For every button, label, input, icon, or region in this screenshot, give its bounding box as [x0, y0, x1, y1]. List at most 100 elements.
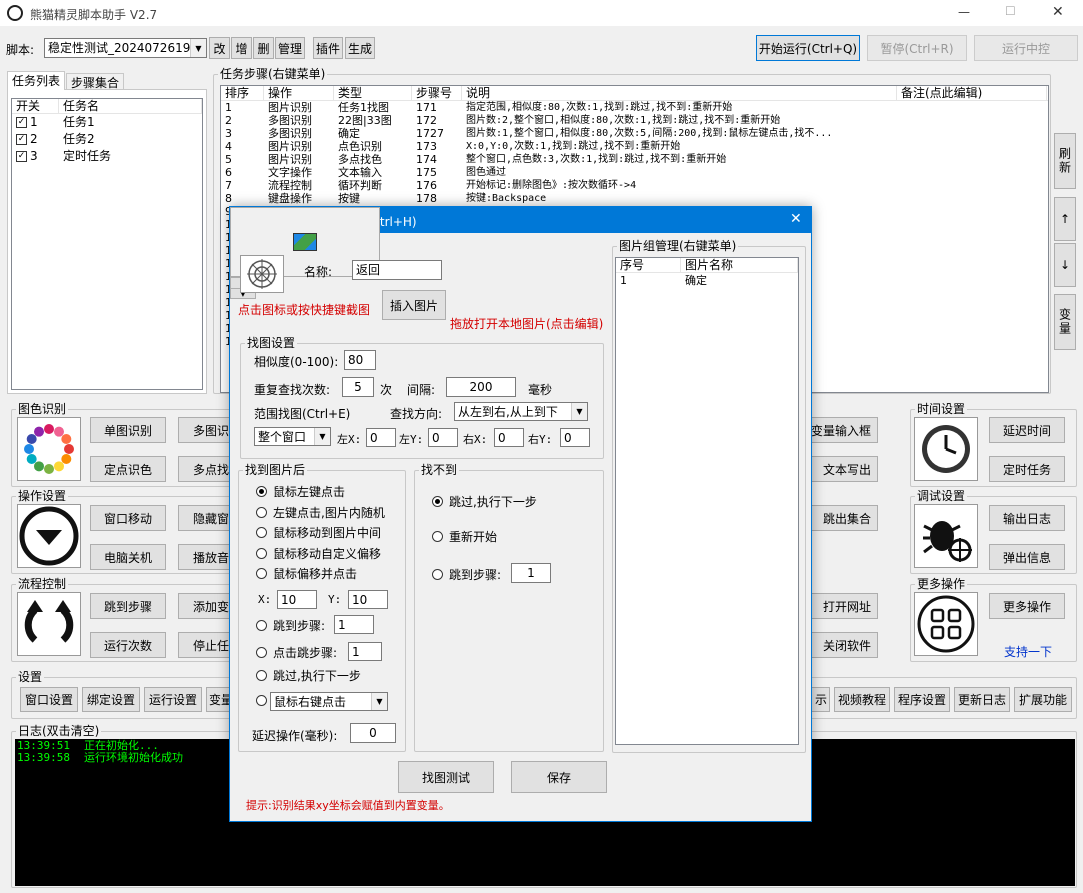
- notfound-restart-option[interactable]: 重新开始: [432, 528, 497, 545]
- scheduled-task-button[interactable]: 定时任务: [989, 456, 1065, 482]
- checkbox-checked-icon[interactable]: ✓: [16, 117, 27, 128]
- close-icon[interactable]: ✕: [1052, 4, 1064, 20]
- y-input[interactable]: 10: [348, 590, 388, 609]
- window-select[interactable]: 整个窗口 ▼: [254, 427, 331, 446]
- radio-icon[interactable]: [256, 506, 267, 518]
- notfound-jump-input[interactable]: 1: [511, 563, 551, 583]
- generate-button[interactable]: 生成: [345, 37, 375, 59]
- step-row[interactable]: 6 文字操作 文本输入 175 图色通过: [221, 166, 1048, 179]
- task-row[interactable]: ✓ 1 任务1: [12, 114, 202, 131]
- video-tutorial-button[interactable]: 视频教程: [834, 687, 890, 712]
- crosshair-capture-icon[interactable]: [240, 255, 284, 293]
- radio-selected-icon[interactable]: [432, 496, 443, 507]
- group-row[interactable]: 1 确定: [616, 273, 798, 288]
- image-group-list[interactable]: 序号 图片名称 1 确定: [615, 257, 799, 745]
- program-settings-button[interactable]: 程序设置: [894, 687, 950, 712]
- found-option[interactable]: 左键点击,图片内随机: [256, 504, 385, 521]
- multi-image-recog-button[interactable]: 多图识: [178, 417, 232, 443]
- step-row[interactable]: 1 图片识别 任务1找图 171 指定范围,相似度:80,次数:1,找到:跳过,找不到:…: [221, 101, 1048, 114]
- save-button[interactable]: 保存: [511, 761, 607, 793]
- jump-step-button[interactable]: 跳到步骤: [90, 593, 166, 619]
- hide-window-button[interactable]: 隐藏窗: [178, 505, 232, 531]
- steps-col-header[interactable]: 步骤号: [412, 86, 462, 100]
- radio-icon[interactable]: [432, 531, 443, 542]
- run-count-button[interactable]: 运行次数: [90, 632, 166, 658]
- stop-task-button[interactable]: 停止任: [178, 632, 232, 658]
- insert-image-button[interactable]: 插入图片: [382, 290, 446, 320]
- steps-col-header[interactable]: 说明: [462, 86, 897, 100]
- coord-input[interactable]: 0: [428, 428, 458, 447]
- task-row[interactable]: ✓ 3 定时任务: [12, 148, 202, 165]
- task-row[interactable]: ✓ 2 任务2: [12, 131, 202, 148]
- step-row[interactable]: 7 流程控制 循环判断 176 开始标记:删除图色》:按次数循环->4: [221, 179, 1048, 192]
- extensions-button[interactable]: 扩展功能: [1014, 687, 1072, 712]
- coord-input[interactable]: 0: [494, 428, 524, 447]
- point-color-button[interactable]: 定点识色: [90, 456, 166, 482]
- single-image-recog-button[interactable]: 单图识别: [90, 417, 166, 443]
- maximize-icon[interactable]: ☐: [1005, 4, 1016, 18]
- bind-settings-button[interactable]: 绑定设置: [82, 687, 140, 712]
- script-select[interactable]: 稳定性测试_2024072619191 ▼: [44, 38, 207, 58]
- steps-col-header[interactable]: 备注(点此编辑): [897, 86, 1047, 100]
- notfound-jump-option[interactable]: 跳到步骤:: [432, 566, 501, 583]
- step-row[interactable]: 4 图片识别 点色识别 173 X:0,Y:0,次数:1,找到:跳过,找不到:重新开始: [221, 140, 1048, 153]
- similarity-input[interactable]: 80: [344, 350, 376, 370]
- more-operations-button[interactable]: 更多操作: [989, 593, 1065, 619]
- multi-point-color-button[interactable]: 多点找: [178, 456, 232, 482]
- find-test-button[interactable]: 找图测试: [398, 761, 494, 793]
- repeat-input[interactable]: 5: [342, 377, 374, 397]
- coord-input[interactable]: 0: [366, 428, 396, 447]
- delete-script-button[interactable]: 删: [253, 37, 274, 59]
- click-jump-input[interactable]: 1: [348, 642, 382, 661]
- found-skip-option[interactable]: 跳过,执行下一步: [256, 667, 361, 684]
- move-up-button[interactable]: ↑: [1054, 197, 1076, 241]
- tab-task-list[interactable]: 任务列表: [7, 71, 66, 90]
- step-row[interactable]: 8 键盘操作 按键 178 按键:Backspace: [221, 192, 1048, 205]
- start-button[interactable]: 开始运行(Ctrl+Q): [756, 35, 860, 61]
- radio-icon[interactable]: [256, 568, 267, 579]
- move-down-button[interactable]: ↓: [1054, 243, 1076, 287]
- shutdown-button[interactable]: 电脑关机: [90, 544, 166, 570]
- checkbox-checked-icon[interactable]: ✓: [16, 151, 27, 162]
- output-log-button[interactable]: 输出日志: [989, 505, 1065, 531]
- step-row[interactable]: 5 图片识别 多点找色 174 整个窗口,点色数:3,次数:1,找到:跳过,找不到:重新…: [221, 153, 1048, 166]
- found-jump-input[interactable]: 1: [334, 615, 374, 634]
- popup-info-button[interactable]: 弹出信息: [989, 544, 1065, 570]
- pause-button[interactable]: 暂停(Ctrl+R): [867, 35, 967, 61]
- delay-time-button[interactable]: 延迟时间: [989, 417, 1065, 443]
- found-option[interactable]: 鼠标偏移并点击: [256, 565, 357, 582]
- radio-icon[interactable]: [256, 647, 267, 658]
- support-link[interactable]: 支持一下: [1004, 643, 1052, 660]
- close-software-button[interactable]: 关闭软件: [810, 632, 878, 658]
- radio-icon[interactable]: [256, 527, 267, 538]
- exit-collection-button[interactable]: 跳出集合: [810, 505, 878, 531]
- play-sound-button[interactable]: 播放音: [178, 544, 232, 570]
- variables-button[interactable]: 变量: [1054, 294, 1076, 350]
- steps-col-header[interactable]: 类型: [334, 86, 412, 100]
- col-index[interactable]: 序号: [616, 258, 681, 272]
- coord-input[interactable]: 0: [560, 428, 590, 447]
- click-jump-option[interactable]: 点击跳步骤:: [256, 644, 337, 661]
- open-url-button[interactable]: 打开网址: [810, 593, 878, 619]
- steps-col-header[interactable]: 排序: [221, 86, 264, 100]
- interval-input[interactable]: 200: [446, 377, 516, 397]
- mouse-action-select[interactable]: 鼠标右键点击 ▼: [270, 692, 388, 711]
- radio-icon[interactable]: [256, 547, 267, 559]
- update-log-button[interactable]: 更新日志: [954, 687, 1010, 712]
- task-list[interactable]: 开关 任务名 ✓ 1 任务1 ✓ 2 任务2 ✓ 3 定时任务: [11, 98, 203, 390]
- variable-input-button[interactable]: 变量输入框: [810, 417, 878, 443]
- step-row[interactable]: 3 多图识别 确定 1727 图片数:1,整个窗口,相似度:80,次数:5,间隔:200…: [221, 127, 1048, 140]
- radio-icon[interactable]: [256, 620, 267, 631]
- col-task-name[interactable]: 任务名: [59, 99, 202, 113]
- radio-selected-icon[interactable]: [256, 486, 267, 497]
- edit-script-button[interactable]: 改: [209, 37, 230, 59]
- col-switch[interactable]: 开关: [12, 99, 59, 113]
- found-option[interactable]: 鼠标左键点击: [256, 483, 345, 500]
- found-option[interactable]: 鼠标移动到图片中间: [256, 524, 381, 541]
- add-script-button[interactable]: 增: [231, 37, 252, 59]
- mid-control-button[interactable]: 运行中控: [974, 35, 1078, 61]
- window-move-button[interactable]: 窗口移动: [90, 505, 166, 531]
- x-input[interactable]: 10: [277, 590, 317, 609]
- radio-icon[interactable]: [432, 569, 443, 580]
- direction-select[interactable]: 从左到右,从上到下 ▼: [454, 402, 588, 421]
